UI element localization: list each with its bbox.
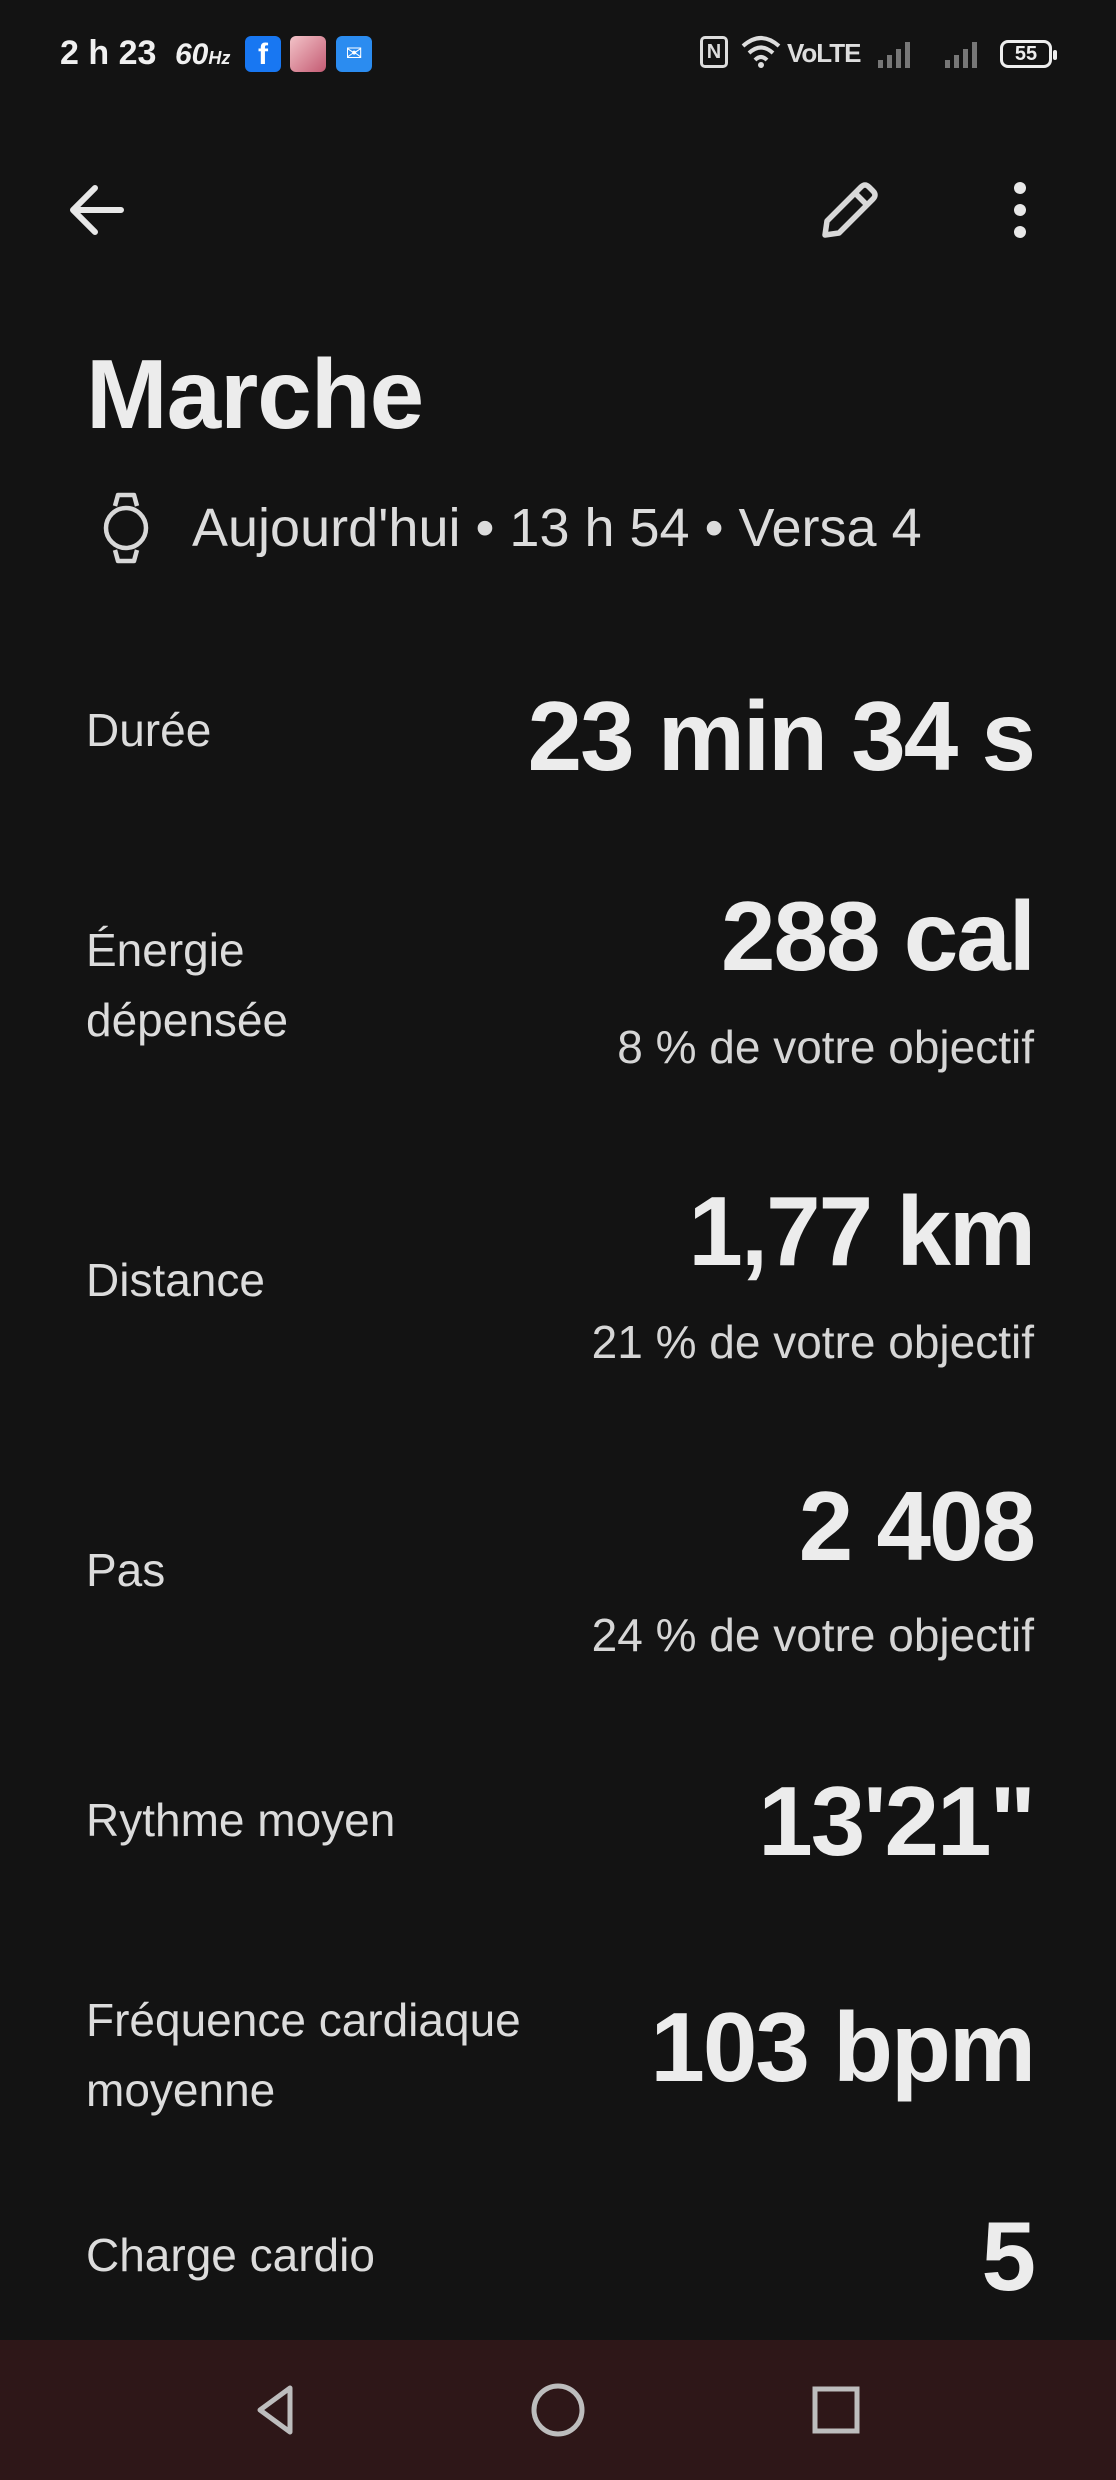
facebook-app-icon: f [245,36,281,72]
signal-icon [878,40,918,68]
stat-pace: Rythme moyen 13'21" [86,1765,1036,1876]
more-vert-icon [1014,182,1026,238]
stat-value: 23 min 34 s [527,681,1036,791]
stat-label: Charge cardio [86,2229,375,2281]
activity-subtitle: Aujourd'hui • 13 h 54 • Versa 4 [86,488,922,568]
stat-label: Distance [86,1254,265,1306]
stat-duration: Durée 23 min 34 s [86,680,1036,791]
nav-back-button[interactable] [226,2360,326,2460]
arrow-left-icon [70,185,124,235]
more-options-button[interactable] [975,165,1065,255]
activity-meta: Aujourd'hui • 13 h 54 • Versa 4 [192,498,922,558]
stat-label: Rythme moyen [86,1794,396,1846]
battery-icon: 55 [1000,40,1057,68]
square-recents-icon [812,2386,860,2434]
signal-icon-2 [945,40,985,68]
circle-home-icon [531,2383,585,2437]
status-time: 2 h 23 [60,34,157,72]
stat-steps: Pas 2 408 24 % de votre objectif [86,1470,1036,1670]
refresh-rate-indicator: 60Hz [175,38,231,71]
stat-goal-percent: 8 % de votre objectif [617,1021,1034,1073]
stat-distance: Distance 1,77 km 21 % de votre objectif [86,1175,1036,1375]
stat-goal-percent: 24 % de votre objectif [591,1609,1034,1661]
stat-value: 5 [981,2201,1035,2311]
stat-heart-rate: Fréquence cardiaque moyenne 103 bpm [86,1985,1036,2125]
watch-icon [86,488,166,568]
page-title: Marche [86,339,424,449]
stat-cardio-load: Charge cardio 5 [86,2200,1036,2311]
volte-indicator: VoLTE [787,38,861,68]
stat-label: Pas [86,1544,166,1596]
stat-label: Énergie dépensée [86,924,289,1046]
stat-label: Fréquence cardiaque moyenne [86,1994,521,2116]
pencil-icon [822,182,878,238]
triangle-back-icon [257,2385,293,2435]
back-button[interactable] [52,165,142,255]
avatar-app-icon [290,36,326,72]
stat-value: 1,77 km [688,1176,1036,1286]
stat-value: 103 bpm [650,1992,1036,2102]
stat-value: 13'21" [758,1766,1036,1876]
stat-value: 288 cal [721,881,1036,991]
edit-button[interactable] [805,165,895,255]
stat-label: Durée [86,704,212,756]
status-bar: 2 h 23 60Hz f ✉ N VoLTE 55 [0,0,1116,110]
messenger-app-icon: ✉ [336,36,372,72]
stat-goal-percent: 21 % de votre objectif [591,1316,1034,1368]
stat-energy: Énergie dépensée 288 cal 8 % de votre ob… [86,880,1036,1080]
wifi-icon [741,36,781,68]
nfc-icon: N [700,36,728,68]
nav-recents-button[interactable] [786,2360,886,2460]
stat-value: 2 408 [798,1471,1036,1581]
nav-home-button[interactable] [508,2360,608,2460]
system-navigation-bar [0,2340,1116,2480]
